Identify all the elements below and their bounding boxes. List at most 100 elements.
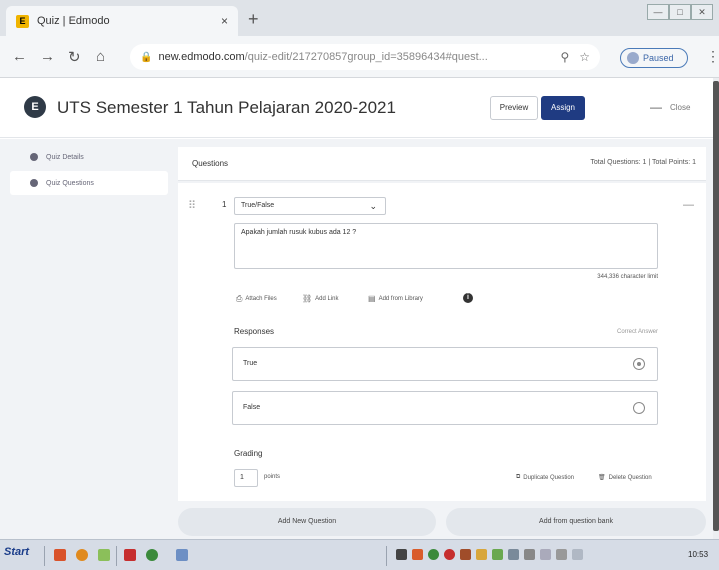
window-icon[interactable] [176, 549, 188, 561]
tray-app-icon[interactable] [412, 549, 423, 560]
browser-toolbar: ← → ↻ ⌂ 🔒 new.edmodo.com/quiz-edit/21727… [0, 36, 719, 78]
character-limit: 344,336 character limit [597, 274, 658, 280]
language-icon[interactable] [396, 549, 407, 560]
add-from-library-button[interactable]: ▤ Add from Library [368, 294, 423, 303]
question-text-field[interactable]: Apakah jumlah rusuk kubus ada 12 ? [234, 223, 658, 269]
questions-totals: Total Questions: 1 | Total Points: 1 [590, 159, 696, 166]
address-bar[interactable]: 🔒 new.edmodo.com/quiz-edit/217270857grou… [130, 44, 600, 70]
forward-icon[interactable]: → [40, 48, 55, 65]
os-taskbar: Start 10:53 [0, 539, 719, 570]
correct-answer-radio[interactable] [633, 402, 645, 414]
response-option-true[interactable]: True [232, 347, 658, 381]
tray-user-icon[interactable] [476, 549, 487, 560]
home-icon[interactable]: ⌂ [96, 48, 105, 65]
sidebar-item-label: Quiz Details [46, 153, 84, 161]
tab-title: Quiz | Edmodo [37, 15, 110, 27]
main-content: Questions Total Questions: 1 | Total Poi… [170, 139, 713, 539]
browser-tab[interactable]: E Quiz | Edmodo × [6, 6, 238, 36]
question-number: 1 [222, 200, 227, 209]
url-text: new.edmodo.com/quiz-edit/217270857group_… [158, 51, 488, 63]
network-icon[interactable] [492, 549, 503, 560]
collapse-icon[interactable]: — [683, 199, 694, 211]
office-icon[interactable] [54, 549, 66, 561]
points-input[interactable]: 1 [234, 469, 258, 487]
page-title: UTS Semester 1 Tahun Pelajaran 2020-2021 [57, 98, 396, 117]
delete-question-button[interactable]: 🗑 Delete Question [598, 474, 652, 482]
add-link-button[interactable]: ⛓ Add Link [302, 294, 339, 303]
quiz-sidebar: Quiz Details Quiz Questions [0, 139, 170, 539]
paperclip-icon: ⎙ [236, 294, 243, 303]
tray-opera-icon[interactable] [444, 549, 455, 560]
browser-tab-strip: E Quiz | Edmodo × + — □ ✕ [0, 0, 719, 36]
option-label: True [243, 360, 258, 367]
library-icon: ▤ [368, 294, 376, 303]
flag-icon[interactable] [540, 549, 551, 560]
volume-icon[interactable] [556, 549, 567, 560]
avatar [627, 52, 639, 64]
settings-icon[interactable] [524, 549, 535, 560]
minimize-icon[interactable]: — [647, 4, 669, 20]
tray-app-icon[interactable] [508, 549, 519, 560]
taskbar-divider [44, 546, 45, 566]
questions-heading: Questions [192, 159, 229, 168]
taskbar-divider [386, 546, 387, 566]
points-label: points [264, 474, 281, 480]
tray-chrome-icon[interactable] [428, 549, 439, 560]
link-icon: ⛓ [302, 294, 313, 303]
add-from-question-bank-button[interactable]: Add from question bank [446, 508, 706, 536]
details-icon [30, 153, 38, 161]
option-label: False [243, 404, 261, 411]
firefox-icon[interactable] [76, 549, 88, 561]
info-icon[interactable]: i [463, 293, 473, 303]
responses-label: Responses [234, 327, 275, 336]
trash-icon: 🗑 [598, 475, 606, 481]
zoom-icon[interactable]: ⚲ [560, 50, 569, 64]
window-controls: — □ ✕ [647, 4, 713, 20]
duplicate-icon: ⧉ [516, 474, 521, 480]
correct-answer-label: Correct Answer [616, 329, 658, 335]
browser-menu-icon[interactable]: ⋮ [706, 48, 719, 65]
questions-header: Questions Total Questions: 1 | Total Poi… [178, 147, 706, 181]
profile-paused-button[interactable]: Paused [620, 48, 688, 68]
correct-answer-radio[interactable] [633, 358, 645, 370]
drag-handle-icon[interactable]: ⠿ [188, 199, 196, 212]
question-type-value: True/False [241, 202, 275, 209]
new-tab-icon[interactable]: + [248, 9, 259, 30]
assign-button[interactable]: Assign [541, 96, 585, 120]
page-scrollbar[interactable] [713, 78, 719, 539]
tab-close-icon[interactable]: × [221, 14, 228, 28]
edmodo-favicon-icon: E [16, 14, 29, 28]
back-icon[interactable]: ← [12, 48, 27, 65]
reload-icon[interactable]: ↻ [68, 48, 81, 66]
question-type-select[interactable]: True/False ⌄ [234, 197, 386, 215]
close-button[interactable]: Close [670, 103, 690, 112]
sidebar-item-label: Quiz Questions [46, 179, 94, 187]
header-divider: — [650, 100, 662, 114]
maximize-icon[interactable]: □ [669, 4, 691, 20]
chevron-down-icon: ⌄ [369, 201, 377, 211]
clipboard-icon[interactable] [572, 549, 583, 560]
response-option-false[interactable]: False [232, 391, 658, 425]
app-header: E UTS Semester 1 Tahun Pelajaran 2020-20… [0, 78, 713, 138]
edmodo-logo-icon: E [24, 96, 46, 118]
sidebar-item-quiz-questions[interactable]: Quiz Questions [10, 171, 168, 195]
app-icon[interactable] [98, 549, 110, 561]
chrome-icon[interactable] [146, 549, 158, 561]
questions-icon [30, 179, 38, 187]
scrollbar-thumb[interactable] [713, 81, 719, 531]
grading-label: Grading [234, 449, 263, 458]
opera-icon[interactable] [124, 549, 136, 561]
preview-button[interactable]: Preview [490, 96, 538, 120]
lock-icon: 🔒 [140, 51, 153, 63]
attach-files-button[interactable]: ⎙ Attach Files [236, 294, 277, 304]
start-button[interactable]: Start [4, 546, 29, 558]
add-new-question-button[interactable]: Add New Question [178, 508, 436, 536]
sidebar-item-quiz-details[interactable]: Quiz Details [10, 145, 168, 169]
paused-label: Paused [643, 53, 674, 63]
taskbar-clock: 10:53 [688, 550, 709, 559]
window-close-icon[interactable]: ✕ [691, 4, 713, 20]
question-card: ⠿ 1 True/False ⌄ — Apakah jumlah rusuk k… [178, 183, 706, 501]
tray-app-icon[interactable] [460, 549, 471, 560]
duplicate-question-button[interactable]: ⧉ Duplicate Question [516, 474, 574, 481]
bookmark-star-icon[interactable]: ☆ [579, 50, 590, 64]
